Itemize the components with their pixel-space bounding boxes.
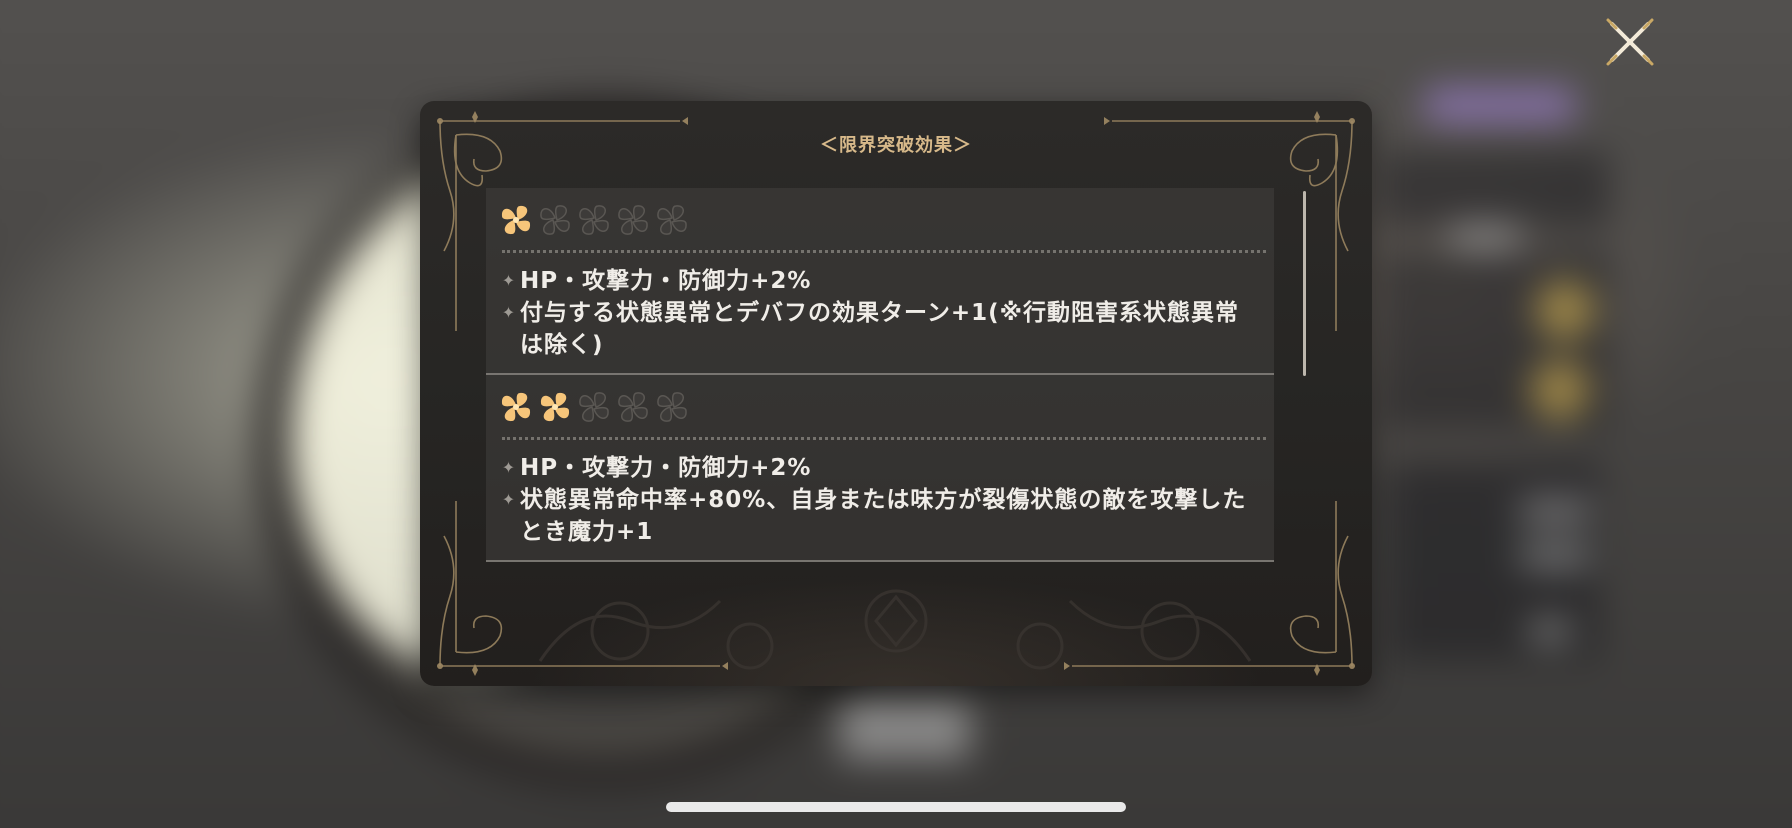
star-filled-icon (540, 392, 570, 422)
close-icon (1606, 18, 1654, 66)
star-filled-icon (501, 205, 531, 235)
star-rating (498, 389, 1258, 425)
home-indicator[interactable] (666, 802, 1126, 812)
dialog-title: ＜限界突破効果＞ (820, 135, 972, 156)
close-button[interactable] (1602, 14, 1658, 70)
effect-item: ✦ HP・攻撃力・防御力+2% (498, 265, 1258, 297)
star-empty-icon (579, 392, 609, 422)
star-rating (498, 202, 1258, 238)
limit-break-section-1: ✦ HP・攻撃力・防御力+2% ✦ 付与する状態異常とデバフの効果ターン+1(※… (486, 188, 1274, 375)
effect-text: HP・攻撃力・防御力+2% (520, 268, 812, 294)
effect-item: ✦ 状態異常命中率+80%、自身または味方が裂傷状態の敵を攻撃したとき魔力+1 (498, 484, 1258, 548)
bullet-icon: ✦ (501, 271, 517, 290)
bullet-icon: ✦ (501, 490, 517, 509)
effect-text: 付与する状態異常とデバフの効果ターン+1(※行動阻害系状態異常は除く) (520, 300, 1239, 358)
dotted-divider (502, 437, 1266, 440)
effect-text: HP・攻撃力・防御力+2% (520, 455, 812, 481)
effect-item: ✦ 付与する状態異常とデバフの効果ターン+1(※行動阻害系状態異常は除く) (498, 297, 1258, 361)
scrollbar-thumb[interactable] (1303, 191, 1306, 376)
limit-break-section-2: ✦ HP・攻撃力・防御力+2% ✦ 状態異常命中率+80%、自身または味方が裂傷… (486, 375, 1274, 562)
effects-list[interactable]: ✦ HP・攻撃力・防御力+2% ✦ 付与する状態異常とデバフの効果ターン+1(※… (486, 188, 1274, 618)
star-empty-icon (657, 392, 687, 422)
star-empty-icon (579, 205, 609, 235)
game-screen: ＜限界突破効果＞ ✦ HP・攻撃力・防御力+2% ✦ 付与する状態異常とデバフの… (0, 0, 1792, 828)
star-empty-icon (618, 392, 648, 422)
star-filled-icon (501, 392, 531, 422)
limit-break-dialog: ＜限界突破効果＞ ✦ HP・攻撃力・防御力+2% ✦ 付与する状態異常とデバフの… (420, 101, 1372, 686)
bullet-icon: ✦ (501, 303, 517, 322)
effect-item: ✦ HP・攻撃力・防御力+2% (498, 452, 1258, 484)
star-empty-icon (618, 205, 648, 235)
star-empty-icon (540, 205, 570, 235)
star-empty-icon (657, 205, 687, 235)
bullet-icon: ✦ (501, 458, 517, 477)
dotted-divider (502, 250, 1266, 253)
effect-text: 状態異常命中率+80%、自身または味方が裂傷状態の敵を攻撃したとき魔力+1 (520, 487, 1247, 545)
